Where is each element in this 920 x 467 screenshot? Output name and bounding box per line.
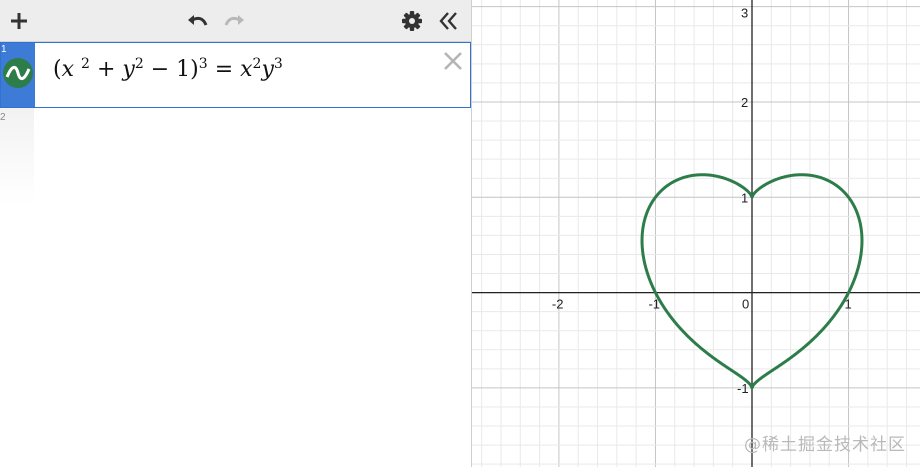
var-y: y: [122, 57, 135, 82]
watermark: @稀土掘金技术社区: [744, 435, 906, 455]
y-tick-label: 3: [741, 6, 748, 21]
expression-toolbar: [0, 0, 471, 42]
close-paren: ): [190, 57, 199, 82]
equals-sign: =: [214, 57, 234, 82]
expression-list: 1 (x 2 + y2 − 1)3 = x2y3 2: [0, 42, 471, 467]
x-tick-label: -2: [552, 297, 564, 312]
expression-gutter: 1: [1, 43, 35, 107]
delete-expression-button[interactable]: [442, 50, 464, 72]
graph-svg[interactable]: -2 -1 0 1321-1: [472, 0, 920, 467]
gear-icon: [402, 11, 422, 31]
plus-sign: +: [96, 57, 116, 82]
graph-canvas[interactable]: -2 -1 0 1 3 2 1 -1: [472, 0, 920, 467]
close-icon: [444, 52, 462, 70]
expression-index: 2: [0, 112, 6, 123]
y-tick-label: 2: [741, 95, 748, 110]
minus-one: − 1: [150, 57, 191, 82]
add-expression-button[interactable]: [4, 6, 34, 36]
curve-wave-icon[interactable]: [3, 58, 33, 88]
rhs-y: y: [261, 57, 274, 82]
undo-icon: [188, 15, 208, 26]
settings-button[interactable]: [397, 6, 427, 36]
plus-icon: [11, 13, 27, 29]
rhs-x: x: [240, 57, 253, 82]
rhs-y-exp: 3: [273, 56, 283, 72]
open-paren: (: [53, 57, 62, 82]
outer-exp: 3: [198, 56, 208, 72]
redo-icon: [224, 15, 244, 26]
expression-panel: 1 (x 2 + y2 − 1)3 = x2y3 2: [0, 0, 472, 467]
var-x: x: [61, 57, 75, 82]
exp-x: 2: [81, 56, 90, 72]
collapse-panel-button[interactable]: [434, 6, 464, 36]
expression-row-empty[interactable]: 2: [0, 108, 34, 204]
double-chevron-left-icon: [439, 12, 457, 30]
x-tick-label: 0: [742, 297, 749, 312]
expression-math-input[interactable]: (x 2 + y2 − 1)3 = x2y3: [53, 56, 283, 82]
exp-y: 2: [134, 56, 144, 72]
undo-button[interactable]: [183, 6, 213, 36]
expression-index: 1: [1, 44, 7, 55]
redo-button[interactable]: [219, 6, 249, 36]
expression-row[interactable]: 1 (x 2 + y2 − 1)3 = x2y3: [0, 42, 471, 108]
